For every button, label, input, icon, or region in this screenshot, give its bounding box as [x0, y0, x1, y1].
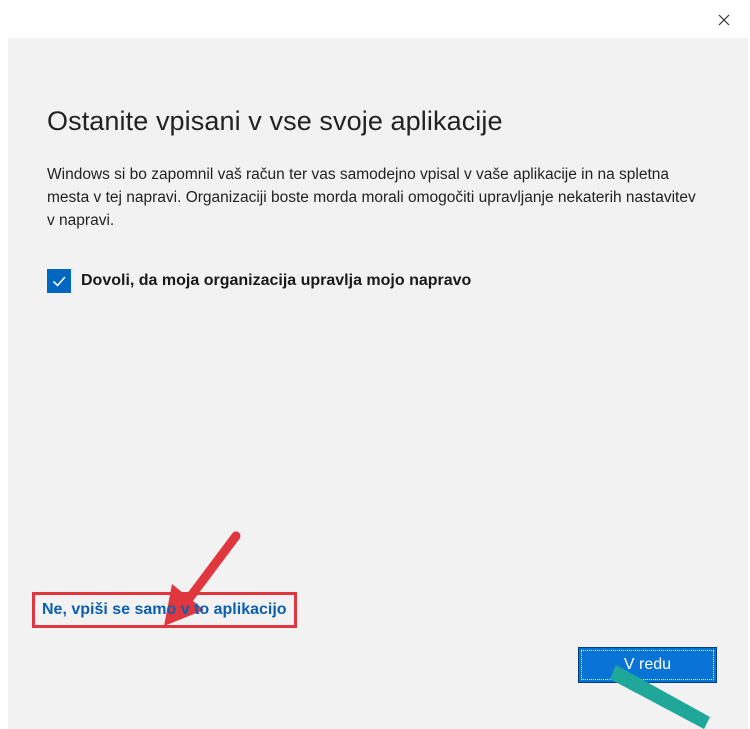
sign-in-this-app-only-highlight: Ne, vpiši se samo v to aplikacijo — [32, 592, 297, 628]
sign-in-this-app-only-link[interactable]: Ne, vpiši se samo v to aplikacijo — [42, 601, 287, 619]
checkmark-icon — [52, 276, 66, 287]
manage-device-checkbox[interactable] — [47, 269, 71, 293]
manage-device-checkbox-row[interactable]: Dovoli, da moja organizacija upravlja mo… — [47, 269, 471, 293]
ok-button[interactable]: V redu — [578, 647, 717, 683]
dialog-panel: Ostanite vpisani v vse svoje aplikacije … — [8, 38, 748, 729]
close-icon — [718, 14, 730, 26]
dialog-description: Windows si bo zapomnil vaš račun ter vas… — [47, 166, 696, 229]
close-button[interactable] — [712, 8, 736, 32]
manage-device-checkbox-label: Dovoli, da moja organizacija upravlja mo… — [81, 272, 472, 289]
dialog-title: Ostanite vpisani v vse svoje aplikacije — [47, 106, 503, 136]
dialog-window: Ostanite vpisani v vse svoje aplikacije … — [0, 0, 750, 729]
